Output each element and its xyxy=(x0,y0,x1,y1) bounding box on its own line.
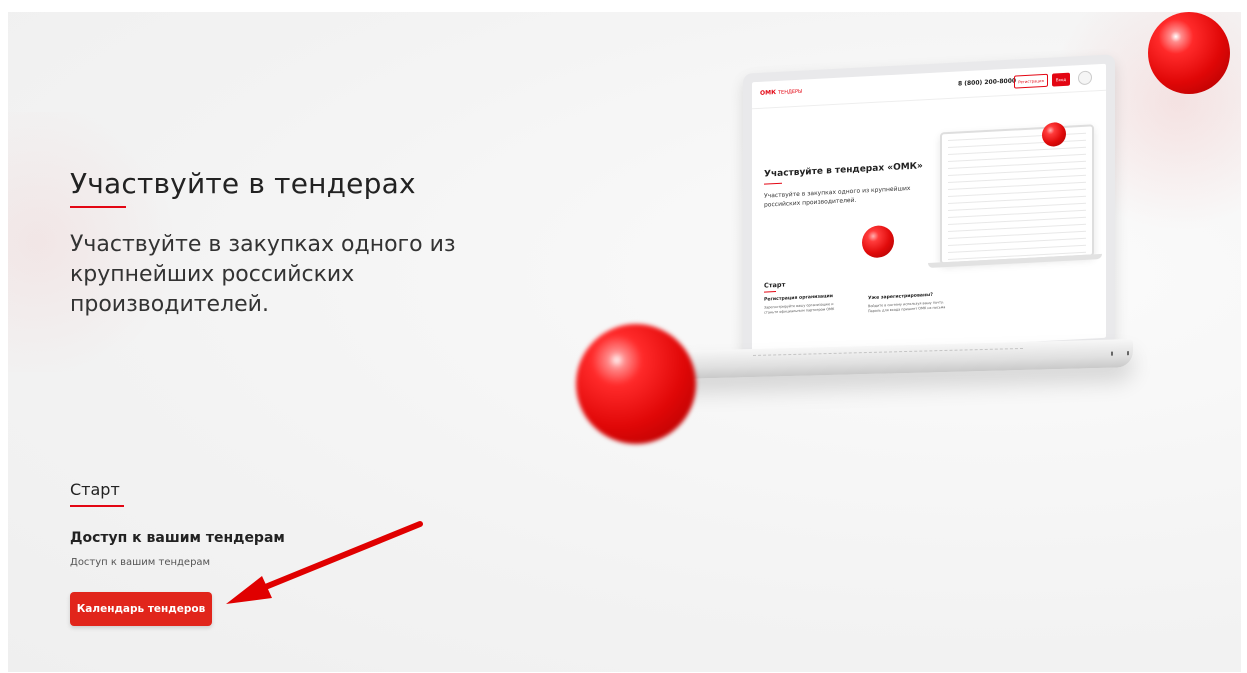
laptop-screen: ОМК ТЕНДЕРЫ 8 (800) 200-8000 Регистрация… xyxy=(743,54,1115,364)
mini-already-title: Уже зарегистрированы? xyxy=(868,292,933,302)
annotation-arrow-icon xyxy=(226,521,423,604)
mini-start-heading: Старт xyxy=(764,280,786,290)
mini-nav-label: ТЕНДЕРЫ xyxy=(778,88,803,96)
mini-logo: ОМК xyxy=(760,89,776,97)
mini-table-row xyxy=(948,160,1086,170)
mini-avatar-icon xyxy=(1078,70,1092,86)
mini-table-row xyxy=(948,153,1086,163)
mini-already-desc: Войдите в систему используя вашу почту. … xyxy=(868,300,946,314)
hero-title: Участвуйте в тендерах xyxy=(70,167,416,200)
mini-registration-desc: Зарегистрируйте вашу организацию и стань… xyxy=(764,302,835,315)
hero-subtitle: Участвуйте в закупках одного из крупнейш… xyxy=(70,232,456,317)
mini-start-underline xyxy=(764,291,776,293)
mini-table-row xyxy=(948,202,1086,212)
mini-table-row xyxy=(948,181,1086,191)
calendar-button[interactable]: Календарь тендеров xyxy=(70,592,212,626)
mini-table-row xyxy=(948,223,1086,233)
page-background: Участвуйте в тендерах Участвуйте в закуп… xyxy=(8,12,1241,672)
mini-table-row xyxy=(948,230,1086,240)
laptop-keys xyxy=(753,347,1023,360)
mini-table-row xyxy=(948,174,1086,184)
mini-sphere xyxy=(862,224,894,259)
access-description: Доступ к вашим тендерам xyxy=(70,557,211,568)
mini-table-row xyxy=(948,237,1086,247)
mini-title-underline xyxy=(764,182,782,185)
mini-subtitle: Участвуйте в закупках одного из крупнейш… xyxy=(764,184,911,209)
mini-register-button: Регистрация xyxy=(1014,73,1048,89)
mini-title: Участвуйте в тендерах «ОМК» xyxy=(764,161,923,180)
laptop-ports-icon xyxy=(1111,351,1129,356)
mini-table-row xyxy=(948,195,1086,205)
mini-inner-laptop xyxy=(940,124,1094,265)
mini-header: ОМК ТЕНДЕРЫ 8 (800) 200-8000 Регистрация… xyxy=(752,63,1106,110)
laptop-screen-content: ОМК ТЕНДЕРЫ 8 (800) 200-8000 Регистрация… xyxy=(752,63,1106,357)
mini-registration-title: Регистрация организации xyxy=(764,294,833,303)
mini-table-row xyxy=(948,146,1086,156)
mini-login-button: Вход xyxy=(1052,72,1070,87)
mini-table-row xyxy=(948,167,1086,177)
title-underline xyxy=(70,206,126,208)
red-sphere-top xyxy=(1148,12,1230,94)
mini-table-row xyxy=(948,139,1086,149)
mini-table-row xyxy=(948,209,1086,219)
start-heading: Старт xyxy=(70,480,120,499)
mini-table-row xyxy=(948,244,1086,254)
mini-table-row xyxy=(948,188,1086,198)
start-underline xyxy=(70,505,124,507)
mini-table-row xyxy=(948,216,1086,226)
mini-phone: 8 (800) 200-8000 xyxy=(958,77,1017,88)
red-sphere-left xyxy=(576,324,696,444)
